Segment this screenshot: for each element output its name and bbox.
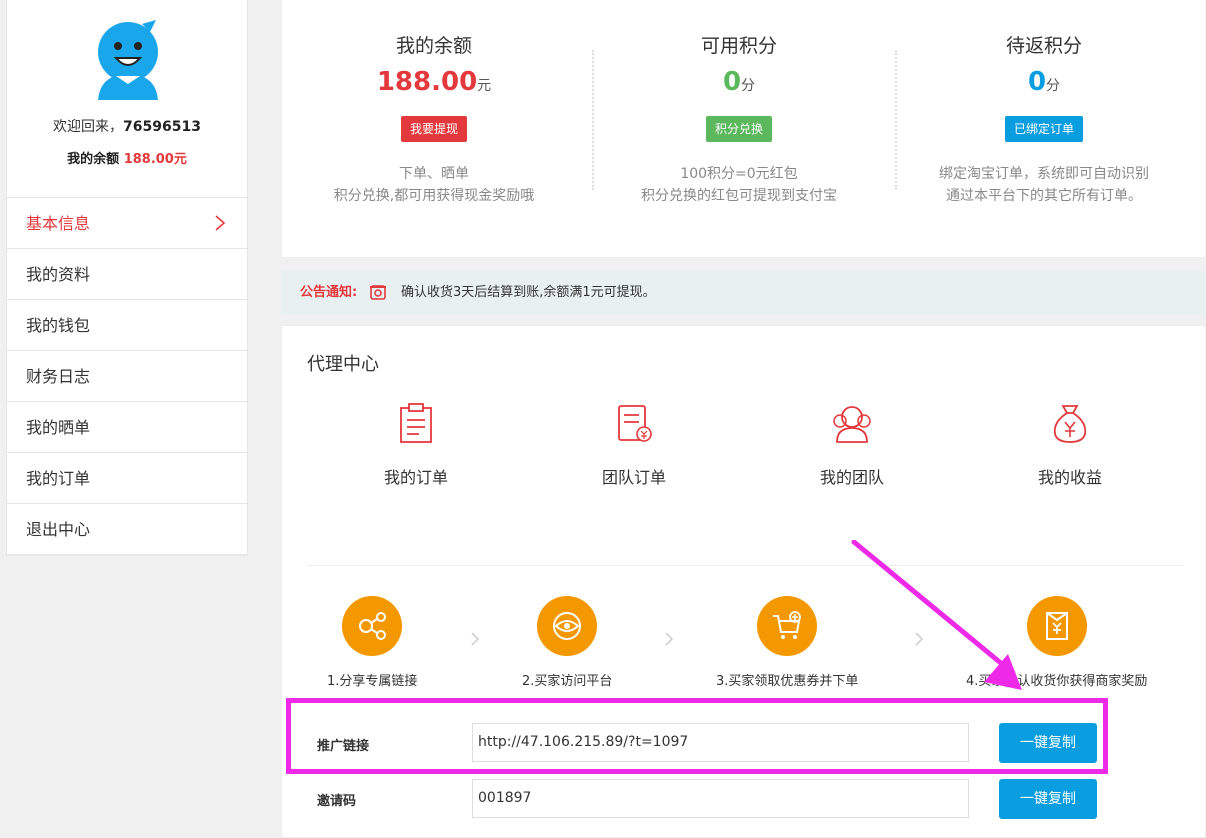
tool-label: 我的订单: [383, 468, 448, 487]
notice-bar: 公告通知: 确认收货3天后结算到账,余额满1元可提现。: [281, 270, 1206, 315]
step-label: 1.分享专属链接: [327, 674, 418, 689]
tool-my-orders[interactable]: 我的订单: [356, 400, 476, 488]
stats-panel: 我的余额 188.00元 我要提现 下单、晒单 积分兑换,都可用获得现金奖励哦 可…: [281, 0, 1206, 258]
welcome-text: 欢迎回来，76596513: [53, 119, 201, 135]
divider: [307, 565, 1182, 566]
stat-value: 188.00元: [376, 67, 492, 97]
sidebar: 欢迎回来，76596513 我的余额 188.00元 基本信息 我的资料 我的钱…: [6, 0, 248, 556]
sidebar-item-wallet[interactable]: 我的钱包: [7, 300, 247, 351]
chevron-right-icon: [471, 632, 480, 646]
section-title: 代理中心: [307, 354, 379, 375]
tool-my-team[interactable]: 我的团队: [792, 400, 912, 488]
bound-orders-button[interactable]: 已绑定订单: [1004, 116, 1084, 142]
share-icon: [359, 612, 387, 640]
sidebar-item-finance-log[interactable]: 财务日志: [7, 351, 247, 402]
profile-card: 欢迎回来，76596513 我的余额 188.00元: [7, 0, 247, 198]
tool-label: 团队订单: [601, 468, 666, 487]
tool-label: 我的团队: [819, 468, 884, 487]
step-get-coupon: 3.买家领取优惠券并下单: [716, 596, 858, 689]
chevron-right-icon: [215, 215, 226, 231]
tool-my-earnings[interactable]: 我的收益: [1010, 400, 1130, 488]
sidebar-item-logout[interactable]: 退出中心: [7, 504, 247, 555]
balance-summary: 我的余额 188.00元: [67, 152, 187, 167]
clipboard-icon: [400, 403, 432, 443]
stat-label: 我的余额: [395, 35, 472, 57]
step-visit-platform: 2.买家访问平台: [522, 596, 612, 689]
stat-desc: 100积分=0元红包 积分兑换的红包可提现到支付宝: [641, 166, 837, 204]
invite-code-label: 邀请码: [317, 794, 357, 809]
reward-icon: [1045, 612, 1068, 640]
sidebar-item-basic-info[interactable]: 基本信息: [7, 198, 247, 249]
stat-label: 可用积分: [700, 35, 777, 57]
redeem-points-button[interactable]: 积分兑换: [705, 116, 773, 142]
avatar[interactable]: [94, 18, 162, 100]
step-label: 2.买家访问平台: [522, 674, 613, 689]
tool-team-orders[interactable]: 团队订单: [574, 400, 694, 488]
chevron-right-icon: [665, 632, 674, 646]
stat-value: 0分: [1027, 67, 1061, 97]
order-yen-icon: [618, 405, 652, 442]
notice-text: 确认收货3天后结算到账,余额满1元可提现。: [401, 285, 656, 300]
money-bag-icon: [1053, 405, 1087, 443]
team-icon: [833, 406, 871, 443]
highlight-box: [286, 698, 1108, 774]
notice-icon: [370, 285, 386, 300]
cart-icon: [773, 611, 802, 639]
sidebar-item-orders[interactable]: 我的订单: [7, 453, 247, 504]
step-label: 3.买家领取优惠券并下单: [716, 674, 859, 689]
stat-desc: 绑定淘宝订单，系统即可自动识别 通过本平台下的其它所有订单。: [939, 166, 1149, 204]
annotation-arrow-icon: [851, 540, 1022, 690]
step-share-link: 1.分享专属链接: [327, 596, 417, 689]
tool-label: 我的收益: [1037, 468, 1102, 487]
invite-code-field[interactable]: 001897: [472, 779, 969, 818]
sidebar-item-profile[interactable]: 我的资料: [7, 249, 247, 300]
sidebar-item-shares[interactable]: 我的晒单: [7, 402, 247, 453]
withdraw-button[interactable]: 我要提现: [400, 116, 468, 142]
copy-invite-button[interactable]: 一键复制: [999, 779, 1097, 819]
stat-value: 0分: [722, 67, 756, 97]
stat-label: 待返积分: [1005, 35, 1082, 57]
stat-desc: 下单、晒单 积分兑换,都可用获得现金奖励哦: [333, 166, 535, 204]
eye-icon: [553, 612, 582, 640]
notice-label: 公告通知:: [300, 285, 358, 300]
